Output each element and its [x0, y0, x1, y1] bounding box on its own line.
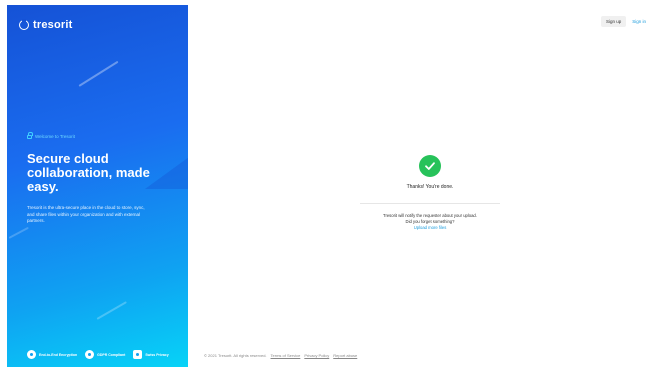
- badge-label: Swiss Privacy: [145, 352, 169, 357]
- decorative-streak: [78, 60, 119, 87]
- sign-in-link[interactable]: Sign in: [632, 19, 646, 24]
- badge-encryption: End-to-End Encryption: [27, 350, 77, 359]
- terms-link[interactable]: Terms of Service: [271, 353, 301, 358]
- trust-badges: End-to-End Encryption GDPR Compliant Swi…: [27, 350, 169, 359]
- welcome-line: Welcome to Tresorit: [27, 132, 75, 139]
- badge-swiss: Swiss Privacy: [133, 350, 169, 359]
- badge-label: End-to-End Encryption: [39, 352, 78, 357]
- description: Tresorit is the ultra-secure place in th…: [27, 205, 145, 223]
- sign-up-button[interactable]: Sign up: [600, 16, 627, 27]
- lock-icon: [27, 132, 33, 139]
- tresorit-logo[interactable]: tresorit: [19, 19, 73, 31]
- decorative-streak: [96, 301, 127, 320]
- footer: © 2021 Tresorit. All rights reserved. Te…: [204, 353, 357, 358]
- privacy-link[interactable]: Privacy Policy: [304, 353, 329, 358]
- decorative-streak: [8, 226, 29, 239]
- swiss-flag-icon: [133, 350, 143, 359]
- checkmark-glyph: [425, 162, 435, 170]
- top-actions: Sign up Sign in: [600, 16, 646, 27]
- badge-label: GDPR Compliant: [97, 352, 126, 357]
- welcome-text: Welcome to Tresorit: [35, 133, 75, 139]
- headline: Secure cloud collaboration, made easy.: [27, 151, 150, 194]
- copyright: © 2021 Tresorit. All rights reserved.: [204, 353, 267, 358]
- left-panel: tresorit Welcome to Tresorit Secure clou…: [7, 5, 188, 367]
- logo-text: tresorit: [33, 19, 73, 31]
- done-message: Thanks! You're done.: [406, 184, 454, 190]
- upload-more-link[interactable]: Upload more files: [340, 225, 520, 231]
- tresorit-logo-icon: [19, 19, 29, 30]
- badge-gdpr: GDPR Compliant: [85, 350, 125, 359]
- report-abuse-link[interactable]: Report abuse: [333, 353, 357, 358]
- lock-badge-icon: [27, 350, 36, 359]
- upload-success-panel: Thanks! You're done. Tresorit will notif…: [340, 155, 520, 231]
- check-badge-icon: [85, 350, 95, 359]
- divider: [360, 203, 500, 204]
- checkmark-icon: [419, 155, 441, 177]
